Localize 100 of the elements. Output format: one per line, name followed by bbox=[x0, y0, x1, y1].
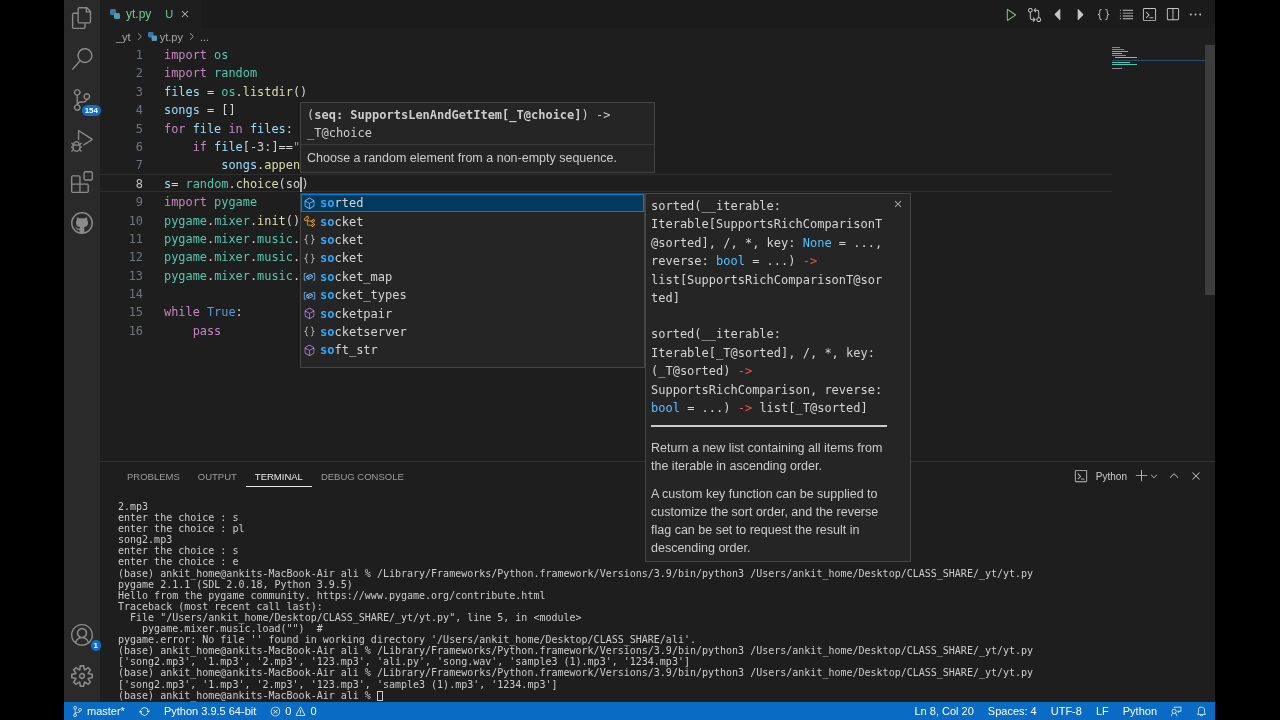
close-icon[interactable] bbox=[892, 198, 904, 210]
terminal-icon[interactable] bbox=[1142, 6, 1157, 22]
extensions-icon[interactable] bbox=[70, 170, 94, 194]
encoding-status[interactable]: UTF-8 bbox=[1050, 705, 1082, 717]
breadcrumb-item[interactable]: yt.py bbox=[159, 30, 183, 43]
suggestion-item[interactable]: socket_types bbox=[301, 285, 644, 305]
branch-status[interactable]: master* bbox=[72, 705, 125, 717]
code-line: 11 pygame.mixer.music. bbox=[100, 228, 303, 248]
code-line: 15 while True: bbox=[100, 302, 245, 321]
suggestion-item[interactable]: socketserver bbox=[301, 322, 644, 342]
line-number: 1 bbox=[134, 47, 143, 63]
scrollbar-thumb[interactable] bbox=[1205, 45, 1215, 295]
line-number: 3 bbox=[134, 83, 143, 100]
module-icon bbox=[303, 233, 316, 247]
braces-icon[interactable] bbox=[1096, 6, 1111, 22]
line-number: 16 bbox=[127, 322, 143, 339]
terminal-line: enter the choice : s bbox=[118, 545, 239, 557]
line-number: 15 bbox=[127, 304, 143, 320]
settings-icon[interactable] bbox=[70, 664, 94, 688]
terminal-line: pygame.mixer.music.load("") # bbox=[141, 623, 323, 635]
interpreter-status[interactable]: Python 3.9.5 64-bit bbox=[163, 705, 257, 717]
terminal-icon[interactable] bbox=[1073, 469, 1088, 483]
suggestion-item[interactable]: socket bbox=[301, 249, 644, 268]
terminal-line: Traceback (most recent call last): bbox=[118, 600, 323, 612]
breadcrumb-item[interactable]: _yt bbox=[116, 30, 131, 43]
terminal-line: song2.mp3 bbox=[118, 534, 173, 546]
account-icon[interactable] bbox=[70, 623, 94, 647]
class-icon bbox=[303, 215, 316, 229]
code-line: 8 s= random.choice(so) bbox=[100, 173, 1112, 193]
documentation-text: Return a new list containing all items from the iterable in ascending order. bbox=[651, 440, 884, 476]
terminal-line: Hello from the pygame community. https://www.pygame.org/contribute.html bbox=[118, 589, 546, 601]
line-number: 5 bbox=[134, 120, 143, 136]
code-line: 12 pygame.mixer.music. bbox=[100, 247, 303, 266]
warning-icon bbox=[295, 705, 307, 717]
signature-text: (seq: SupportsLenAndGetItem[_T@choice]) -> _T@choice bbox=[301, 103, 654, 145]
line-number: 12 bbox=[127, 249, 143, 265]
terminal-line: enter the choice : s bbox=[118, 512, 239, 524]
terminal-line: enter the choice : e bbox=[118, 556, 239, 568]
suggestion-item[interactable]: sorted bbox=[301, 194, 644, 213]
terminal-line: (base) ankit_home@ankits-MacBook-Air ali % /Library/Frameworks/Python.framework/Versions/3.9/bin/python3 /Users/ankit_home/Desktop/CLASS_SHARE/_yt/yt.py bbox=[118, 645, 1034, 657]
text-cursor bbox=[300, 176, 302, 192]
suggestion-item[interactable]: socketpair bbox=[301, 304, 644, 323]
line-number: 10 bbox=[127, 212, 143, 228]
cursor-position[interactable]: Ln 8, Col 20 bbox=[914, 705, 974, 717]
code-line: 16 pass bbox=[100, 320, 224, 340]
terminal-line: File "/Users/ankit_home/Desktop/CLASS_SHARE/_yt/yt.py", line 5, in <module> bbox=[129, 611, 582, 624]
code-line: 2 import random bbox=[100, 63, 260, 82]
method-icon bbox=[303, 307, 316, 321]
run-debug-icon[interactable] bbox=[70, 129, 94, 153]
line-number: 13 bbox=[127, 267, 143, 284]
module-icon bbox=[303, 325, 316, 339]
compare-icon[interactable] bbox=[1027, 6, 1042, 22]
panel-tab[interactable]: DEBUG CONSOLE bbox=[311, 465, 413, 487]
notification-badge: 1 bbox=[90, 640, 101, 651]
line-number: 14 bbox=[127, 286, 143, 302]
method-icon bbox=[303, 196, 316, 210]
line-number: 11 bbox=[127, 230, 143, 247]
suggestion-item[interactable]: socket bbox=[301, 212, 644, 231]
panel-tab[interactable]: TERMINAL bbox=[245, 465, 312, 487]
file-icon bbox=[147, 32, 157, 41]
terminal-line: ['song2.mp3', '1.mp3', '2.mp3', '123.mp3', 'sample3 (1).mp3', '1234.mp3'] bbox=[118, 678, 558, 690]
terminal-cursor bbox=[376, 690, 383, 701]
line-ending-status[interactable]: LF bbox=[1095, 705, 1109, 717]
line-number: 9 bbox=[134, 194, 143, 210]
suggestion-item[interactable]: soft_str bbox=[301, 341, 644, 360]
signature-description: Choose a random element from a non-empty sequence. bbox=[306, 150, 618, 167]
add-icon[interactable] bbox=[1135, 469, 1149, 483]
bell-icon[interactable] bbox=[1196, 705, 1207, 717]
language-status[interactable]: Python bbox=[1122, 705, 1157, 717]
terminal-line: 2.mp3 bbox=[118, 501, 149, 513]
suggestion-item[interactable]: socket_map bbox=[301, 267, 644, 286]
method-icon bbox=[303, 343, 316, 357]
line-number: 4 bbox=[134, 102, 143, 118]
code-line: 4 songs = [] bbox=[100, 100, 238, 119]
terminal-line: (base) ankit_home@ankits-MacBook-Air ali % /Library/Frameworks/Python.framework/Versions/3.9/bin/python3 /Users/ankit_home/Desktop/CLASS_SHARE/_yt/yt.py bbox=[118, 667, 1034, 679]
line-number: 2 bbox=[134, 65, 143, 81]
indentation-status[interactable]: Spaces: 4 bbox=[987, 705, 1037, 717]
run-icon[interactable] bbox=[1004, 6, 1019, 22]
code-line: 6 if file[-3:]==" bbox=[100, 136, 303, 156]
terminal-line: (base) ankit_home@ankits-MacBook-Air ali % bbox=[118, 689, 383, 701]
explorer-icon[interactable] bbox=[70, 6, 94, 30]
file-icon bbox=[110, 9, 120, 19]
breadcrumb-item[interactable]: ... bbox=[199, 30, 210, 43]
github-icon[interactable] bbox=[70, 211, 94, 235]
split-editor-icon[interactable] bbox=[1165, 6, 1180, 22]
suggestion-item[interactable]: socket bbox=[301, 230, 644, 250]
module-icon bbox=[303, 251, 316, 265]
line-number: 8 bbox=[134, 175, 143, 192]
panel-tab[interactable]: PROBLEMS bbox=[118, 465, 189, 487]
terminal-name[interactable]: Python bbox=[1095, 470, 1127, 482]
variable-icon bbox=[303, 270, 316, 284]
error-icon bbox=[270, 705, 282, 717]
panel-tab[interactable]: OUTPUT bbox=[188, 465, 246, 487]
sync-icon[interactable] bbox=[138, 705, 150, 717]
search-icon[interactable] bbox=[70, 47, 94, 71]
terminal-line: ['song2.mp3', '1.mp3', '2.mp3', '123.mp3', 'ali.py', 'song.wav', 'sample3 (1).mp3', '1234.mp3'] bbox=[118, 656, 690, 668]
code-line: 9 import pygame bbox=[100, 192, 260, 211]
signature-text: sorted(__iterable: Iterable[_T@sorted], /, *, key: (_T@sorted) -> SupportsRichComparison, reverse: bool = ...) -> list[_T@sorted] bbox=[651, 326, 883, 418]
terminal-line: pygame.error: No file '' found in working directory '/Users/ankit_home/Desktop/CLASS_SHARE/ali'. bbox=[118, 634, 696, 646]
problems-status[interactable]: 0 0 bbox=[270, 705, 317, 717]
